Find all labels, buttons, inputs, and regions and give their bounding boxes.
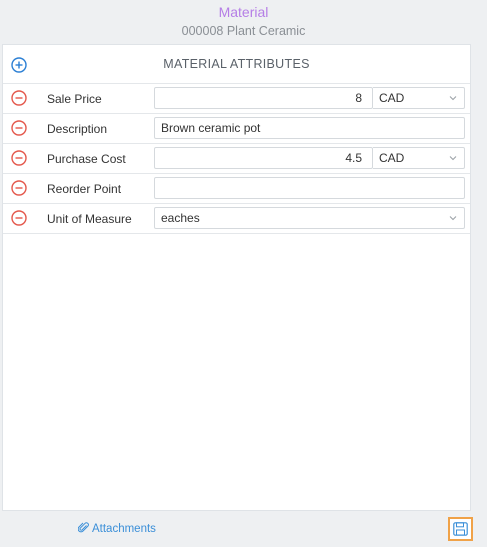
save-button[interactable] <box>448 517 473 541</box>
unit-of-measure-select[interactable]: eaches <box>154 207 465 229</box>
attachments-label: Attachments <box>92 523 156 535</box>
remove-attribute-icon[interactable] <box>11 90 27 106</box>
unit-of-measure-value: eaches <box>161 211 200 225</box>
description-input[interactable]: Brown ceramic pot <box>154 117 465 139</box>
attribute-label: Reorder Point <box>47 182 122 196</box>
attribute-row-reorder-point: Reorder Point <box>3 174 470 204</box>
attribute-label: Description <box>47 122 108 136</box>
panel-heading: MATERIAL ATTRIBUTES <box>163 57 310 71</box>
attribute-label: Unit of Measure <box>47 212 132 226</box>
attribute-label: Sale Price <box>47 92 102 106</box>
currency-value: CAD <box>379 151 405 165</box>
sale-price-currency-select[interactable]: CAD <box>373 87 465 109</box>
chevron-down-icon <box>449 216 457 221</box>
page-title: Material <box>218 4 269 20</box>
remove-attribute-icon[interactable] <box>11 210 27 226</box>
page-header: Material 000008 Plant Ceramic <box>0 0 487 44</box>
footer-bar: Attachments <box>0 512 487 547</box>
panel-header: MATERIAL ATTRIBUTES <box>3 45 470 84</box>
attribute-row-unit-of-measure: Unit of Measure eaches <box>3 204 470 234</box>
purchase-cost-input[interactable]: 4.5 <box>154 147 373 169</box>
purchase-cost-currency-select[interactable]: CAD <box>373 147 465 169</box>
remove-attribute-icon[interactable] <box>11 180 27 196</box>
attribute-row-sale-price: Sale Price 8 CAD <box>3 84 470 114</box>
remove-attribute-icon[interactable] <box>11 120 27 136</box>
paperclip-icon <box>78 522 89 533</box>
chevron-down-icon <box>449 96 457 101</box>
reorder-point-input[interactable] <box>154 177 465 199</box>
chevron-down-icon <box>449 156 457 161</box>
attribute-row-description: Description Brown ceramic pot <box>3 114 470 144</box>
attribute-row-purchase-cost: Purchase Cost 4.5 CAD <box>3 144 470 174</box>
page-subtitle: 000008 Plant Ceramic <box>181 24 306 38</box>
remove-attribute-icon[interactable] <box>11 150 27 166</box>
currency-value: CAD <box>379 91 405 105</box>
material-attributes-panel: MATERIAL ATTRIBUTES Sale Price 8 CAD Des… <box>2 44 471 511</box>
attribute-label: Purchase Cost <box>47 152 126 166</box>
floppy-disk-icon <box>453 522 468 536</box>
sale-price-input[interactable]: 8 <box>154 87 373 109</box>
attachments-link[interactable]: Attachments <box>78 522 156 535</box>
